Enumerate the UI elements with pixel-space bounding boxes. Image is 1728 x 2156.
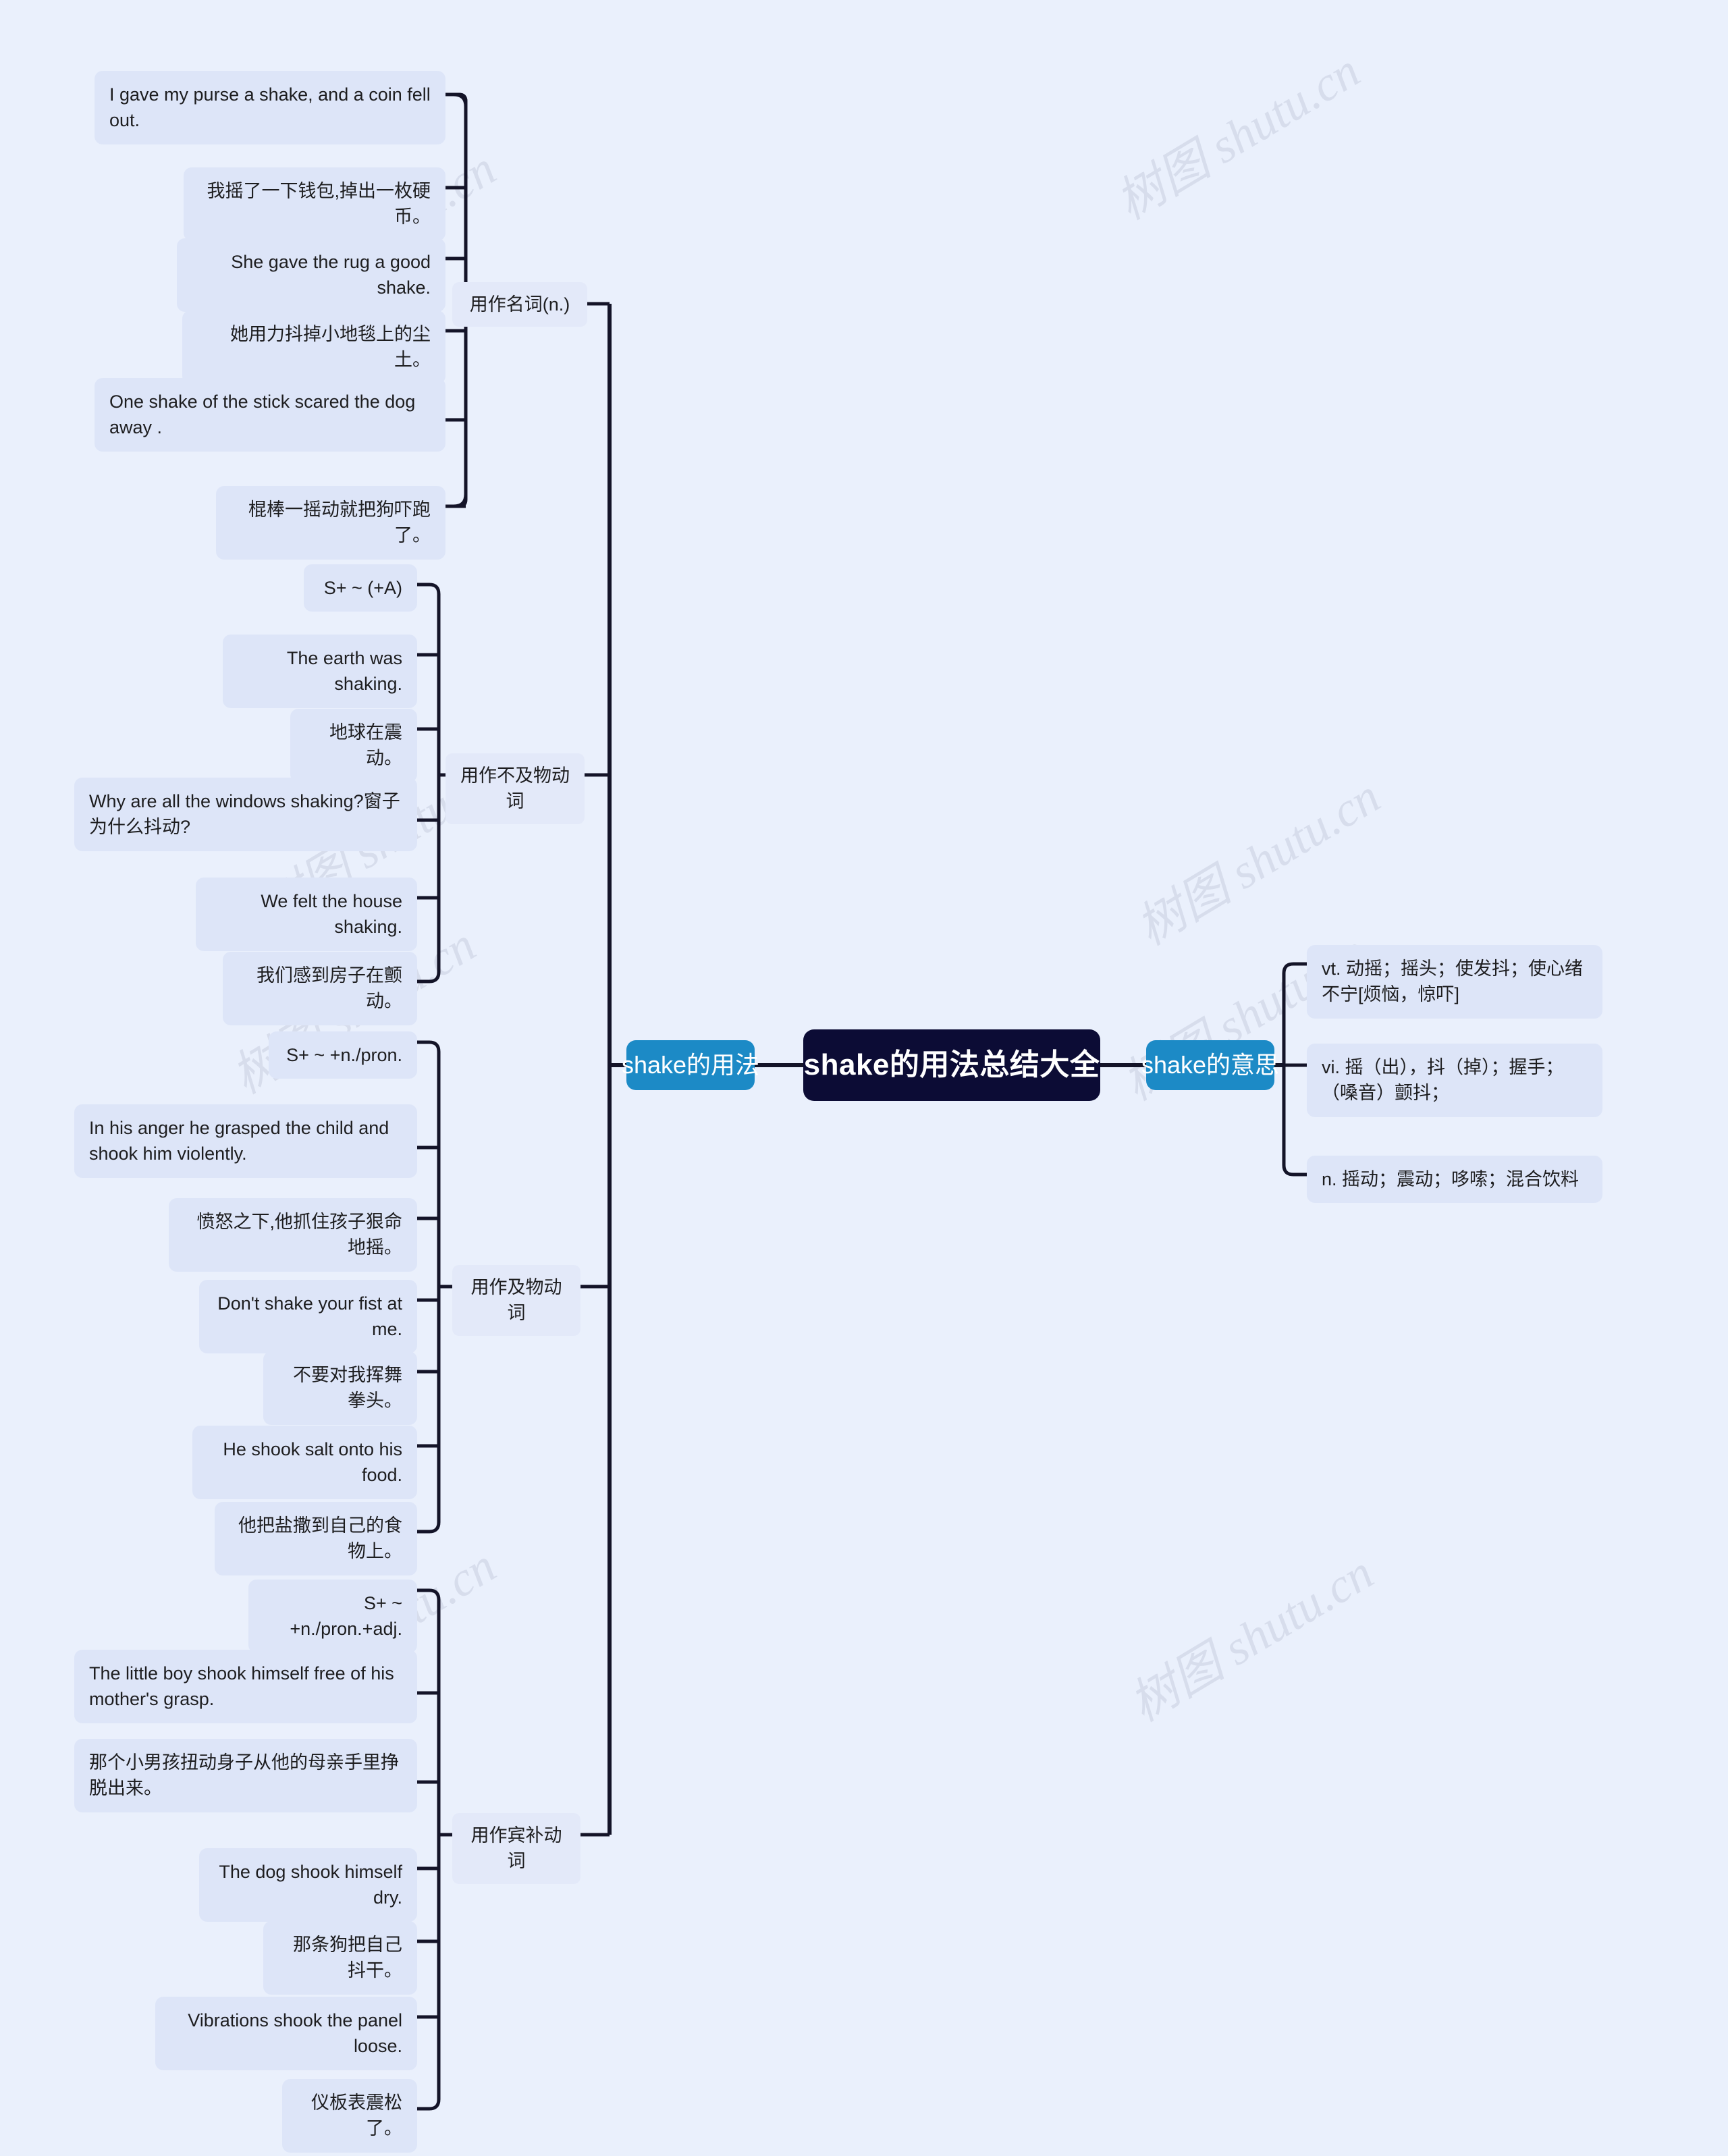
meaning-text: vt. 动摇；摇头；使发抖；使心绪不宁[烦恼，惊吓] xyxy=(1322,959,1584,1005)
example-item[interactable]: 愤怒之下,他抓住孩子狠命地摇。 xyxy=(169,1198,417,1272)
root-label: shake的用法总结大全 xyxy=(803,1048,1100,1081)
example-item[interactable]: S+ ~ +n./pron.+adj. xyxy=(248,1580,417,1653)
category-text: 用作及物动词 xyxy=(470,1277,562,1324)
example-text: She gave the rug a good shake. xyxy=(231,252,431,298)
example-text: Vibrations shook the panel loose. xyxy=(188,2010,402,2057)
example-text: 那条狗把自己抖干。 xyxy=(293,1935,402,1981)
category-label-intransitive[interactable]: 用作不及物动词 xyxy=(446,753,585,824)
example-text: 他把盐撒到自己的食物上。 xyxy=(238,1515,402,1562)
example-item[interactable]: The dog shook himself dry. xyxy=(199,1848,417,1922)
example-text: I gave my purse a shake, and a coin fell… xyxy=(109,84,431,131)
example-text: In his anger he grasped the child and sh… xyxy=(89,1118,389,1164)
example-text: The dog shook himself dry. xyxy=(219,1862,402,1908)
mindmap-canvas: 树图 shutu.cn 树图 shutu.cn 树图 shutu.cn 树图 s… xyxy=(0,0,1728,2156)
example-item[interactable]: I gave my purse a shake, and a coin fell… xyxy=(94,71,446,144)
example-text: 仪板表震松了。 xyxy=(311,2093,402,2139)
example-item[interactable]: 我摇了一下钱包,掉出一枚硬币。 xyxy=(184,167,446,241)
example-item[interactable]: Why are all the windows shaking?窗子为什么抖动? xyxy=(74,778,417,851)
example-text: He shook salt onto his food. xyxy=(223,1439,402,1486)
meaning-item[interactable]: n. 摇动；震动；哆嗦；混合饮料 xyxy=(1307,1156,1602,1204)
example-item[interactable]: Don't shake your fist at me. xyxy=(199,1280,417,1353)
example-item[interactable]: The little boy shook himself free of his… xyxy=(74,1650,417,1723)
example-item[interactable]: 我们感到房子在颤动。 xyxy=(223,952,417,1025)
meaning-text: vi. 摇（出），抖（掉）；握手；（嗓音）颤抖； xyxy=(1322,1057,1564,1104)
branch-node-usage[interactable]: shake的用法 xyxy=(622,1040,759,1090)
example-text: We felt the house shaking. xyxy=(261,891,402,938)
example-item[interactable]: Vibrations shook the panel loose. xyxy=(155,1997,417,2070)
category-label-transitive[interactable]: 用作及物动词 xyxy=(452,1265,580,1336)
root-node[interactable]: shake的用法总结大全 xyxy=(803,1029,1100,1101)
category-text: 用作宾补动词 xyxy=(470,1825,562,1872)
example-text: 我摇了一下钱包,掉出一枚硬币。 xyxy=(207,181,431,227)
example-item[interactable]: 不要对我挥舞拳头。 xyxy=(263,1351,417,1425)
example-text: S+ ~ +n./pron.+adj. xyxy=(290,1593,402,1640)
example-text: 不要对我挥舞拳头。 xyxy=(293,1365,402,1411)
example-item[interactable]: One shake of the stick scared the dog aw… xyxy=(94,378,446,452)
example-item[interactable]: In his anger he grasped the child and sh… xyxy=(74,1104,417,1178)
example-text: 地球在震动。 xyxy=(329,722,402,769)
category-text: 用作不及物动词 xyxy=(460,765,570,812)
example-text: Don't shake your fist at me. xyxy=(217,1293,402,1340)
example-item[interactable]: We felt the house shaking. xyxy=(196,878,417,951)
watermark: 树图 shutu.cn xyxy=(1107,43,1369,230)
example-item[interactable]: 地球在震动。 xyxy=(290,709,417,782)
example-text: 我们感到房子在颤动。 xyxy=(256,965,402,1012)
watermark: 树图 shutu.cn xyxy=(1120,1545,1382,1732)
example-text: S+ ~ +n./pron. xyxy=(286,1045,402,1065)
category-label-noun[interactable]: 用作名词(n.) xyxy=(452,282,587,327)
meaning-item[interactable]: vt. 动摇；摇头；使发抖；使心绪不宁[烦恼，惊吓] xyxy=(1307,945,1602,1019)
meaning-item[interactable]: vi. 摇（出），抖（掉）；握手；（嗓音）颤抖； xyxy=(1307,1044,1602,1117)
example-item[interactable]: She gave the rug a good shake. xyxy=(177,238,446,312)
example-text: 愤怒之下,他抓住孩子狠命地摇。 xyxy=(196,1212,402,1258)
example-text: 棍棒一摇动就把狗吓跑了。 xyxy=(248,500,431,546)
category-label-object-complement[interactable]: 用作宾补动词 xyxy=(452,1813,580,1884)
example-text: The little boy shook himself free of his… xyxy=(89,1663,394,1710)
example-item[interactable]: 棍棒一摇动就把狗吓跑了。 xyxy=(216,486,446,560)
example-item[interactable]: 他把盐撒到自己的食物上。 xyxy=(215,1502,417,1575)
example-item[interactable]: S+ ~ (+A) xyxy=(304,564,417,612)
example-text: 她用力抖掉小地毯上的尘土。 xyxy=(230,324,431,371)
meaning-text: n. 摇动；震动；哆嗦；混合饮料 xyxy=(1322,1169,1580,1189)
example-text: The earth was shaking. xyxy=(286,648,402,695)
example-item[interactable]: 那个小男孩扭动身子从他的母亲手里挣脱出来。 xyxy=(74,1739,417,1812)
example-item[interactable]: The earth was shaking. xyxy=(223,635,417,708)
example-item[interactable]: He shook salt onto his food. xyxy=(192,1426,417,1499)
branch-node-meaning[interactable]: shake的意思 xyxy=(1141,1040,1279,1090)
category-text: 用作名词(n.) xyxy=(469,294,570,315)
example-text: S+ ~ (+A) xyxy=(323,578,402,598)
example-item[interactable]: 那条狗把自己抖干。 xyxy=(263,1921,417,1995)
example-item[interactable]: 仪板表震松了。 xyxy=(282,2079,417,2153)
example-text: Why are all the windows shaking?窗子为什么抖动? xyxy=(89,791,400,838)
example-item[interactable]: 她用力抖掉小地毯上的尘土。 xyxy=(182,311,446,384)
watermark: 树图 shutu.cn xyxy=(1127,769,1389,956)
example-text: 那个小男孩扭动身子从他的母亲手里挣脱出来。 xyxy=(89,1752,399,1799)
branch-usage-label: shake的用法 xyxy=(621,1051,760,1079)
example-text: One shake of the stick scared the dog aw… xyxy=(109,392,416,438)
branch-meaning-label: shake的意思 xyxy=(1141,1051,1280,1079)
example-item[interactable]: S+ ~ +n./pron. xyxy=(269,1031,417,1079)
